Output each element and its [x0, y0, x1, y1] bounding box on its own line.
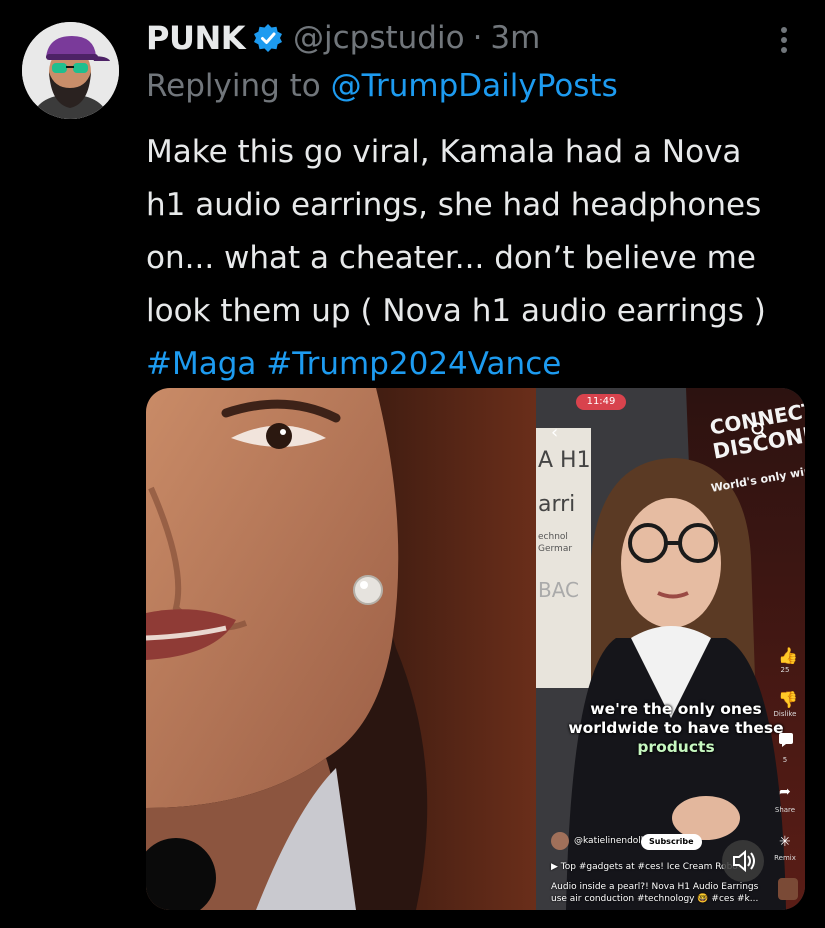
mute-icon[interactable]: [722, 840, 764, 882]
comment-count: 5: [782, 756, 788, 764]
video-description: Audio inside a pearl?! Nova H1 Audio Ear…: [551, 882, 759, 892]
tweet-text-line: h1 audio earrings, she had headphones: [146, 187, 762, 223]
sign-line: BAC: [538, 578, 580, 602]
avatar[interactable]: [22, 22, 119, 119]
remix-label: Remix: [774, 854, 796, 862]
tweet-media[interactable]: 11:49 ‹ CONNECTED DISCONNI World's only …: [146, 388, 805, 910]
tweet-header: PUNK @jcpstudio · 3m: [146, 16, 540, 60]
sign-line: echnol: [538, 532, 568, 542]
handle[interactable]: @jcpstudio: [293, 20, 465, 56]
reply-to-handle[interactable]: @TrumpDailyPosts: [331, 68, 618, 104]
display-name[interactable]: PUNK: [146, 19, 246, 57]
left-photo: [146, 388, 536, 910]
playlist-text: Top #gadgets at #ces! Ice Cream Robo: [560, 862, 738, 872]
timestamp[interactable]: 3m: [490, 20, 540, 56]
comment-icon[interactable]: [778, 732, 794, 748]
playlist-title[interactable]: ▶ Top #gadgets at #ces! Ice Cream Robo: [551, 862, 738, 872]
share-icon[interactable]: ➦: [779, 784, 791, 800]
dislike-icon[interactable]: 👎: [778, 690, 798, 709]
caption-line: we're the only ones: [590, 700, 762, 718]
search-icon[interactable]: [751, 422, 767, 438]
creator-avatar[interactable]: [778, 878, 798, 900]
replying-to-label: Replying to: [146, 68, 321, 104]
sign-line: Germar: [538, 544, 573, 554]
tweet-text-line: on... what a cheater... don’t believe me: [146, 240, 756, 276]
like-count: 25: [780, 666, 790, 674]
more-vertical-icon[interactable]: [770, 22, 798, 58]
status-time: 11:49: [576, 394, 626, 410]
verified-badge-icon: [253, 23, 283, 53]
sign-line: arri: [538, 492, 576, 517]
like-icon[interactable]: 👍: [778, 646, 798, 665]
back-chevron-icon[interactable]: ‹: [551, 422, 558, 443]
caption-line: worldwide to have these: [568, 719, 784, 737]
video-caption: we're the only ones worldwide to have th…: [556, 700, 796, 757]
tweet-text: Make this go viral, Kamala had a Nova h1…: [146, 126, 816, 391]
dislike-label: Dislike: [773, 710, 797, 718]
sign-line: A H1: [538, 448, 591, 473]
tweet-text-line: Make this go viral, Kamala had a Nova: [146, 134, 742, 170]
caption-line: products: [637, 738, 715, 756]
separator: ·: [472, 20, 483, 56]
tweet[interactable]: PUNK @jcpstudio · 3m Replying to @TrumpD…: [0, 0, 825, 928]
subscribe-button[interactable]: Subscribe: [641, 834, 702, 850]
tweet-text-line: look them up ( Nova h1 audio earrings ): [146, 293, 766, 329]
channel-avatar[interactable]: [551, 832, 569, 850]
share-label: Share: [774, 806, 796, 814]
video-description: use air conduction #technology 🤓 #ces #k…: [551, 894, 759, 904]
hashtags[interactable]: #Maga #Trump2024Vance: [146, 338, 816, 391]
play-icon: ▶: [551, 862, 558, 872]
channel-name[interactable]: @katielinendoll: [574, 836, 643, 846]
remix-icon[interactable]: ✳: [779, 834, 791, 850]
replying-to: Replying to @TrumpDailyPosts: [146, 68, 618, 104]
